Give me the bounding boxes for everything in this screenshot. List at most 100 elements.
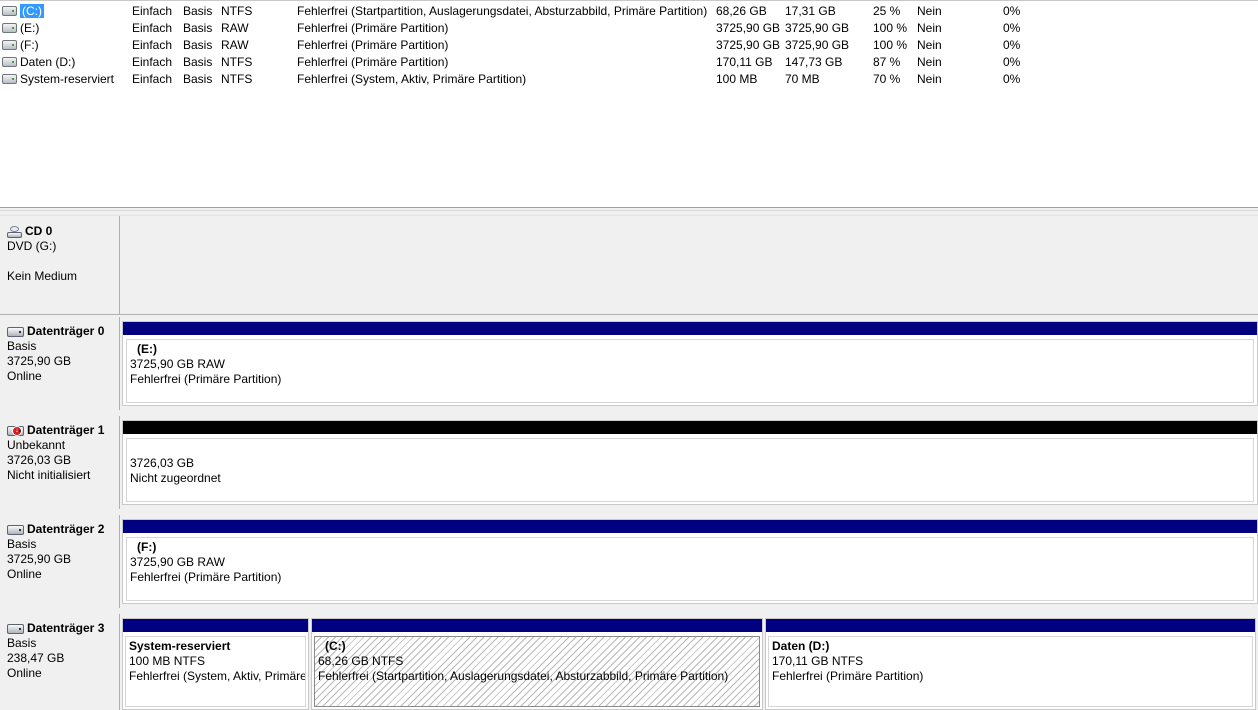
disk-status: Online [7, 567, 42, 581]
partition-body: 3726,03 GB Nicht zugeordnet [126, 438, 1254, 502]
disk-row-cd0: CD 0 DVD (G:) Kein Medium [0, 216, 1258, 315]
volume-filesystem: NTFS [221, 72, 253, 86]
partition-name: System-reserviert [129, 639, 231, 653]
disk-status: Nicht initialisiert [7, 468, 91, 482]
partition-size: 100 MB NTFS [129, 654, 206, 668]
partition-size: 3725,90 GB RAW [130, 357, 225, 371]
volume-status: Fehlerfrei (System, Aktiv, Primäre Parti… [297, 72, 527, 86]
partition-bar [312, 619, 762, 632]
partition-area: (F:) 3725,90 GB RAW Fehlerfrei (Primäre … [122, 515, 1258, 608]
volume-row-d[interactable]: Daten (D:) Einfach Basis NTFS Fehlerfrei… [0, 54, 1258, 71]
volume-pct-free: 100 % [873, 21, 908, 35]
unallocated-bar [123, 421, 1257, 434]
partition-d[interactable]: Daten (D:) 170,11 GB NTFS Fehlerfrei (Pr… [765, 618, 1256, 710]
volume-name: (E:) [2, 20, 39, 37]
pane-splitter[interactable] [0, 207, 1258, 216]
partition-status: Fehlerfrei (Primäre Partition) [130, 372, 282, 386]
volume-pct-free: 25 % [873, 4, 901, 18]
volume-filesystem: NTFS [221, 4, 253, 18]
volume-capacity: 170,11 GB [716, 55, 773, 69]
partition-e[interactable]: (E:) 3725,90 GB RAW Fehlerfrei (Primäre … [122, 321, 1258, 406]
disk-drive-letter: DVD (G:) [7, 239, 57, 253]
disk-size: 3725,90 GB [7, 552, 72, 566]
volume-capacity: 3725,90 GB [716, 38, 781, 52]
volume-capacity: 3725,90 GB [716, 21, 781, 35]
partition-f[interactable]: (F:) 3725,90 GB RAW Fehlerfrei (Primäre … [122, 519, 1258, 604]
volume-status: Fehlerfrei (Startpartition, Auslagerungs… [297, 4, 708, 18]
volume-overhead: 0% [1003, 38, 1021, 52]
disk-media-status: Kein Medium [7, 269, 78, 283]
disk-graphic-area: CD 0 DVD (G:) Kein Medium Datenträger 0 … [0, 216, 1258, 710]
volume-name: System-reserviert [2, 71, 114, 88]
disk-title: Datenträger 2 [27, 522, 105, 536]
volume-row-system-reserved[interactable]: System-reserviert Einfach Basis NTFS Feh… [0, 71, 1258, 88]
disk-label-disk0[interactable]: Datenträger 0 Basis 3725,90 GB Online [0, 317, 120, 410]
volume-filesystem: RAW [221, 21, 249, 35]
volume-name: (F:) [2, 37, 39, 54]
partition-name: (C:) [325, 639, 346, 653]
volume-type: Basis [183, 38, 213, 52]
volume-row-f[interactable]: (F:) Einfach Basis RAW Fehlerfrei (Primä… [0, 37, 1258, 54]
partition-status: Nicht zugeordnet [130, 471, 221, 485]
volume-filesystem: RAW [221, 38, 249, 52]
volume-capacity: 68,26 GB [716, 4, 767, 18]
disk-title: Datenträger 1 [27, 423, 105, 437]
partition-bar [766, 619, 1255, 632]
partition-status: Fehlerfrei (Primäre Partition) [772, 669, 924, 683]
disk-label-disk1[interactable]: ↓ Datenträger 1 Unbekannt 3726,03 GB Nich… [0, 416, 120, 509]
volume-fault-tolerance: Nein [917, 38, 942, 52]
partition-size: 68,26 GB NTFS [318, 654, 404, 668]
drive-icon [2, 39, 17, 50]
disk-type: Basis [7, 636, 37, 650]
volume-list[interactable]: (C:) Einfach Basis NTFS Fehlerfrei (Star… [0, 0, 1258, 208]
volume-overhead: 0% [1003, 4, 1021, 18]
partition-c[interactable]: (C:) 68,26 GB NTFS Fehlerfrei (Startpart… [311, 618, 763, 710]
partition-body: Daten (D:) 170,11 GB NTFS Fehlerfrei (Pr… [768, 636, 1253, 707]
disk-title: CD 0 [25, 224, 53, 238]
volume-layout: Einfach [132, 38, 173, 52]
disk-type: Unbekannt [7, 438, 66, 452]
disk-label-disk2[interactable]: Datenträger 2 Basis 3725,90 GB Online [0, 515, 120, 608]
partition-body: System-reserviert 100 MB NTFS Fehlerfrei… [125, 636, 306, 707]
hard-disk-icon [7, 623, 24, 634]
disk-type: Basis [7, 339, 37, 353]
disk-label-disk3[interactable]: Datenträger 3 Basis 238,47 GB Online [0, 614, 120, 710]
disk-size: 238,47 GB [7, 651, 65, 665]
partition-system-reserved[interactable]: System-reserviert 100 MB NTFS Fehlerfrei… [122, 618, 309, 710]
drive-icon [2, 73, 17, 84]
volume-pct-free: 70 % [873, 72, 901, 86]
volume-overhead: 0% [1003, 21, 1021, 35]
disk-row-disk1: ↓ Datenträger 1 Unbekannt 3726,03 GB Nich… [0, 416, 1258, 509]
partition-name: Daten (D:) [772, 639, 830, 653]
partition-bar [123, 520, 1257, 533]
volume-free: 70 MB [785, 72, 820, 86]
volume-type: Basis [183, 55, 213, 69]
partition-status: Fehlerfrei (Startpartition, Auslagerungs… [318, 669, 729, 683]
volume-filesystem: NTFS [221, 55, 253, 69]
volume-name: (C:) [2, 3, 44, 20]
volume-status: Fehlerfrei (Primäre Partition) [297, 38, 449, 52]
partition-body: (E:) 3725,90 GB RAW Fehlerfrei (Primäre … [126, 339, 1254, 403]
volume-fault-tolerance: Nein [917, 55, 942, 69]
partition-size: 3726,03 GB [130, 456, 195, 470]
volume-pct-free: 100 % [873, 38, 908, 52]
disk-label-cd0[interactable]: CD 0 DVD (G:) Kein Medium [0, 216, 120, 314]
volume-row-c[interactable]: (C:) Einfach Basis NTFS Fehlerfrei (Star… [0, 3, 1258, 20]
volume-fault-tolerance: Nein [917, 72, 942, 86]
partition-area: (E:) 3725,90 GB RAW Fehlerfrei (Primäre … [122, 317, 1258, 410]
disk-size: 3726,03 GB [7, 453, 72, 467]
unallocated-space[interactable]: 3726,03 GB Nicht zugeordnet [122, 420, 1258, 505]
partition-bar [123, 619, 308, 632]
volume-row-e[interactable]: (E:) Einfach Basis RAW Fehlerfrei (Primä… [0, 20, 1258, 37]
volume-overhead: 0% [1003, 72, 1021, 86]
partition-body: (F:) 3725,90 GB RAW Fehlerfrei (Primäre … [126, 537, 1254, 601]
volume-status: Fehlerfrei (Primäre Partition) [297, 55, 449, 69]
disk-size: 3725,90 GB [7, 354, 72, 368]
drive-icon [2, 5, 17, 16]
disk-title: Datenträger 3 [27, 621, 105, 635]
volume-type: Basis [183, 4, 213, 18]
volume-free: 17,31 GB [785, 4, 836, 18]
volume-free: 147,73 GB [785, 55, 843, 69]
partition-area: System-reserviert 100 MB NTFS Fehlerfrei… [122, 614, 1258, 710]
volume-status: Fehlerfrei (Primäre Partition) [297, 21, 449, 35]
